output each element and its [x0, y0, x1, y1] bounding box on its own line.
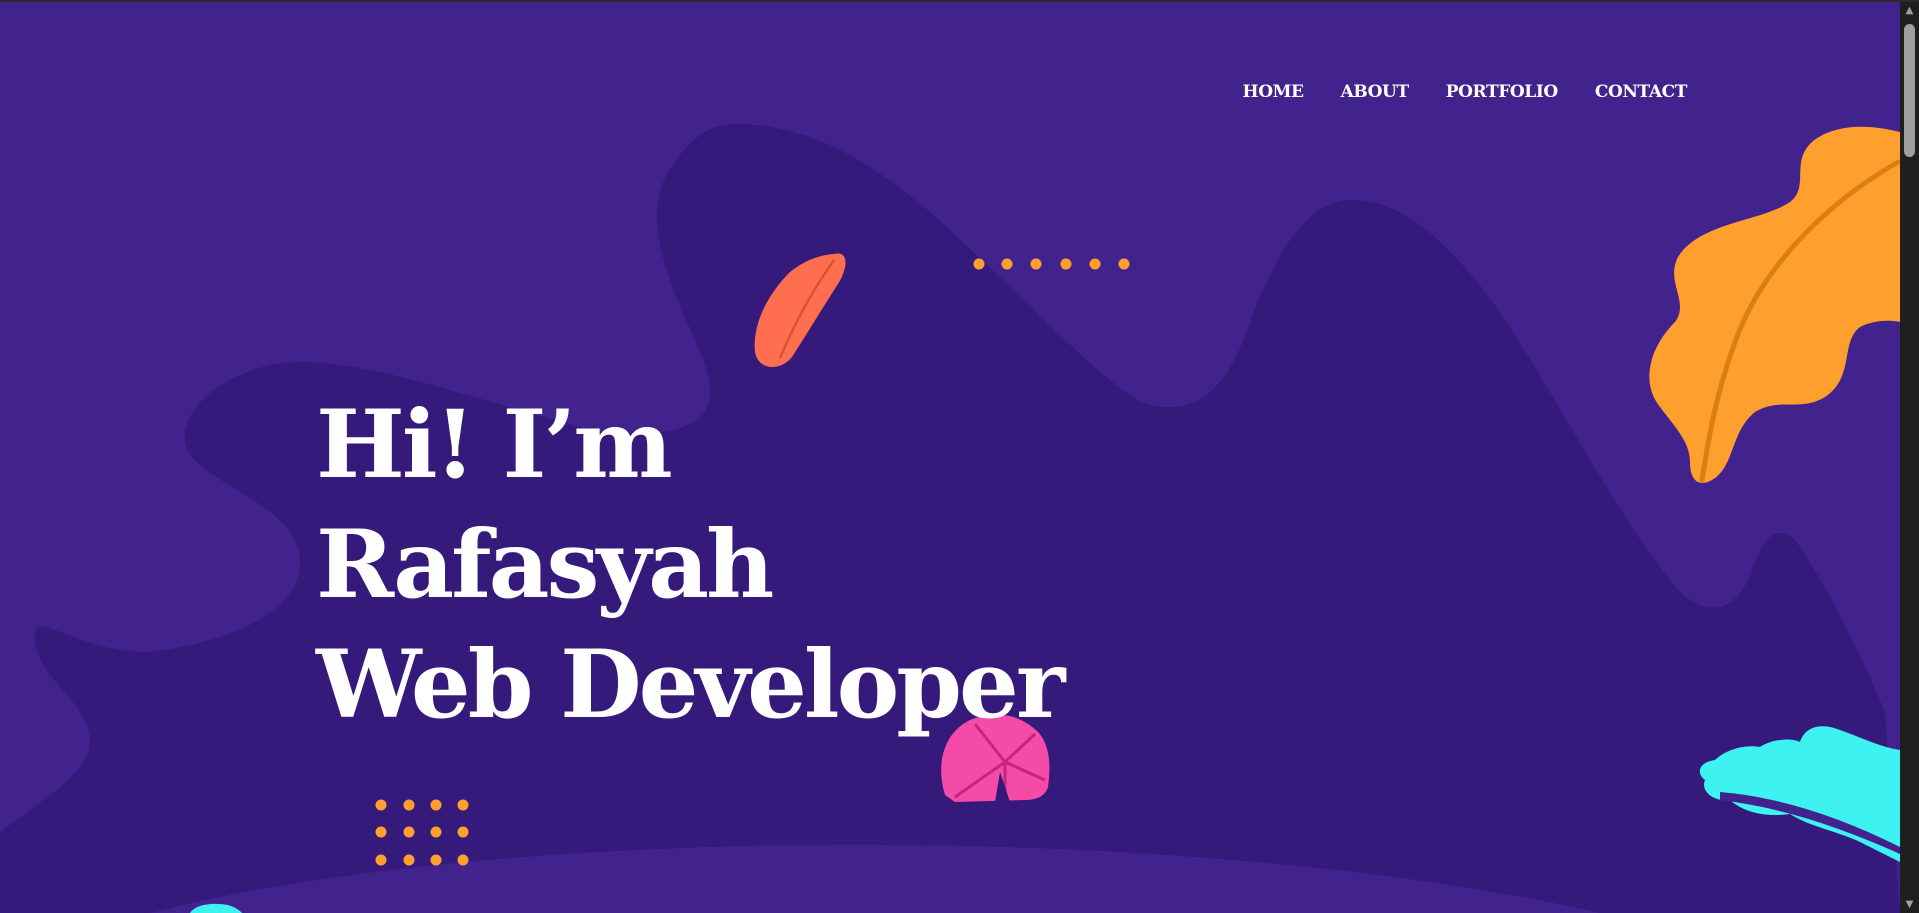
- scroll-down-arrow-icon[interactable]: ▼: [1900, 896, 1919, 913]
- page-viewport: HOME ABOUT PORTFOLIO CONTACT Hi! I’m Raf…: [0, 2, 1900, 913]
- dot-row-top: [973, 258, 1130, 270]
- nav-portfolio-link[interactable]: PORTFOLIO: [1446, 82, 1558, 102]
- hero-name: Rafasyah: [316, 510, 774, 620]
- hero-greeting: Hi! I’m: [316, 390, 673, 500]
- hero-heading: Hi! I’m Rafasyah Web Developer: [316, 385, 1065, 745]
- main-nav: HOME ABOUT PORTFOLIO CONTACT: [1243, 82, 1688, 102]
- scroll-up-arrow-icon[interactable]: ▲: [1900, 2, 1919, 19]
- orange-leaf-icon: [1649, 126, 1900, 483]
- nav-about-link[interactable]: ABOUT: [1341, 82, 1410, 102]
- hero-role: Web Developer: [316, 630, 1065, 740]
- nav-contact-link[interactable]: CONTACT: [1595, 82, 1688, 102]
- scrollbar-thumb[interactable]: [1904, 24, 1915, 157]
- nav-home-link[interactable]: HOME: [1243, 82, 1304, 102]
- vertical-scrollbar[interactable]: ▲ ▼: [1900, 2, 1919, 913]
